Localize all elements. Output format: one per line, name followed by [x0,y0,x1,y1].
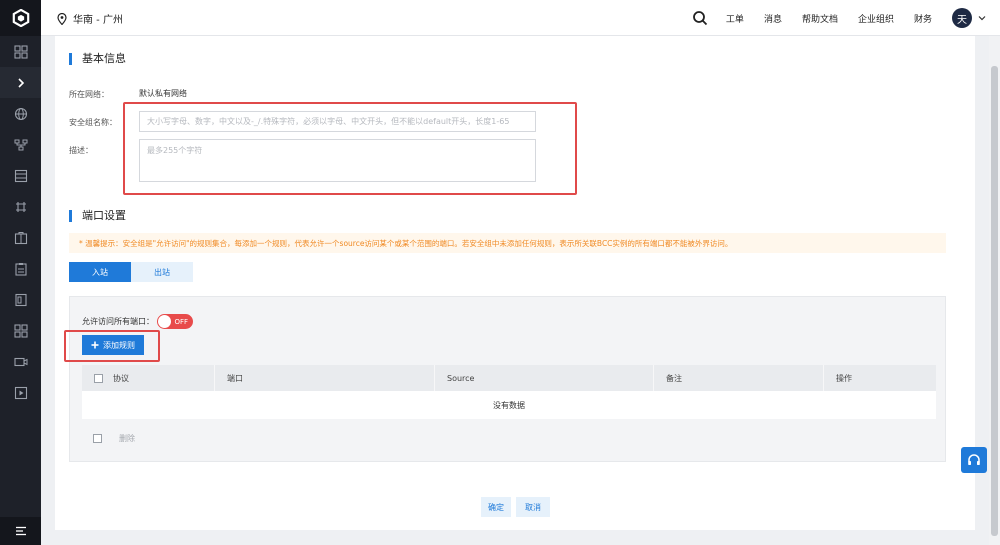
storage-icon[interactable] [0,160,41,191]
tip-banner: * 温馨提示：安全组是"允许访问"的规则集合，每添加一个规则，代表允许一个sou… [69,233,946,253]
network-label: 所在网络： [69,90,109,99]
empty-row: 没有数据 [82,391,936,419]
toggle-state: OFF [174,317,188,326]
clipboard-icon[interactable] [0,253,41,284]
col-remark: 备注 [654,365,824,391]
region-selector[interactable]: 华南 - 广州 [57,11,123,26]
tab-inbound[interactable]: 入站 [69,262,131,282]
nav-messages[interactable]: 消息 [764,12,782,25]
top-header: 华南 - 广州 工单 消息 帮助文档 企业组织 财务 天 [41,0,1000,36]
customer-support-button[interactable] [961,447,987,473]
nav-ticket[interactable]: 工单 [726,12,744,25]
tab-outbound[interactable]: 出站 [131,262,193,282]
rules-panel: 允许访问所有端口： OFF 添加规则 协议 端口 Source 备注 操作 没有… [64,296,946,462]
select-all-checkbox[interactable] [94,373,103,383]
direction-tabs: 入站 出站 [69,262,193,282]
cancel-button[interactable]: 取消 [516,497,550,517]
confirm-button[interactable]: 确定 [481,497,511,517]
allow-all-toggle[interactable]: OFF [157,314,193,329]
logo-icon[interactable] [0,0,41,36]
col-protocol: 协议 [82,365,215,391]
batch-select-checkbox[interactable] [93,434,102,443]
annotation-box-add-rule [64,330,160,362]
batch-delete-row: 删除 [93,433,135,444]
toggle-knob [158,315,171,328]
headset-icon [968,454,980,465]
document-icon[interactable] [0,284,41,315]
col-port: 端口 [215,365,435,391]
allow-all-label: 允许访问所有端口： [82,317,154,326]
play-icon[interactable] [0,377,41,408]
apps-icon[interactable] [0,315,41,346]
scroll-thumb[interactable] [991,66,998,536]
nav-help-docs[interactable]: 帮助文档 [802,12,838,25]
package-icon[interactable] [0,222,41,253]
globe-icon[interactable] [0,98,41,129]
col-source: Source [435,365,654,391]
menu-icon[interactable] [0,517,41,545]
allow-all-row: 允许访问所有端口： OFF [82,314,193,329]
nodes-icon[interactable] [0,191,41,222]
port-settings-title: 端口设置 [69,210,126,222]
basic-info-title: 基本信息 [69,53,126,65]
main-content: 基本信息 所在网络： 默认私有网络 安全组名称： 大小写字母、数字，中文以及-_… [55,36,975,530]
network-icon[interactable] [0,129,41,160]
description-label: 描述： [69,146,93,155]
avatar[interactable]: 天 [952,8,972,28]
nav-organization[interactable]: 企业组织 [858,12,894,25]
location-pin-icon [57,12,67,25]
col-protocol-label: 协议 [113,373,129,383]
chevron-down-icon[interactable] [978,14,986,22]
rules-table: 协议 端口 Source 备注 操作 没有数据 [82,365,936,419]
annotation-box-form [123,102,577,195]
col-action: 操作 [836,373,852,383]
nav-finance[interactable]: 财务 [914,12,932,25]
region-label: 华南 - 广州 [73,15,123,26]
chevron-right-icon[interactable] [0,67,41,98]
delete-button[interactable]: 删除 [119,433,135,444]
search-icon[interactable] [692,10,708,26]
table-header: 协议 端口 Source 备注 操作 [82,365,936,391]
left-sidebar [0,0,41,545]
grid-icon[interactable] [0,36,41,67]
video-icon[interactable] [0,346,41,377]
security-group-name-label: 安全组名称： [69,118,117,127]
page-scrollbar[interactable] [989,36,1000,545]
network-value: 默认私有网络 [139,89,187,98]
